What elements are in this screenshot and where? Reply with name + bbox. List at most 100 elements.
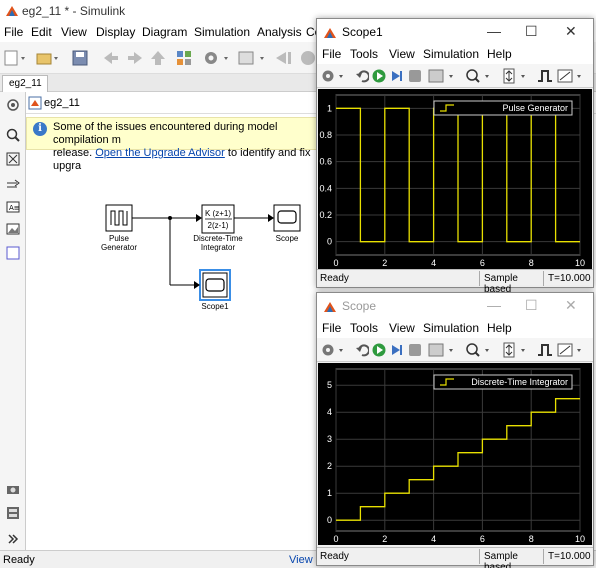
scope1-menu-file[interactable]: File [322,47,341,61]
triggers-icon[interactable] [537,68,553,84]
image-icon[interactable] [6,222,20,236]
close-icon[interactable]: ✕ [565,23,577,40]
scope-window: Scope — ☐ ✕ File Tools View Simulation H… [316,292,594,568]
minimize-icon[interactable]: — [487,23,501,39]
fit-to-view-icon[interactable] [6,152,20,166]
run-icon[interactable] [372,68,386,84]
y-tick-label: 3 [327,434,332,444]
scope1-status-bar: Ready Sample based T=10.000 [317,269,593,295]
y-tick-label: 0 [327,515,332,525]
step-forward-icon[interactable] [390,342,404,358]
expand-chevron-icon[interactable] [6,532,20,546]
area-icon[interactable] [6,246,20,260]
scope1-menu-tools[interactable]: Tools [350,47,378,61]
zoom-icon[interactable] [6,128,20,142]
arrow-to-integrator [196,214,202,222]
scope-menu-file[interactable]: File [322,321,341,335]
autoscale-icon[interactable] [501,68,531,84]
annotation-icon[interactable]: A≡ [6,200,20,214]
step-back-icon[interactable] [274,50,296,66]
scope1-time: T=10.000 [543,271,593,286]
scope-menu-help[interactable]: Help [487,321,512,335]
menu-file[interactable]: File [4,25,23,39]
run-icon[interactable] [300,50,316,66]
highlight-block-icon[interactable] [428,68,458,84]
camera-icon[interactable] [6,482,20,496]
scope-title-bar: Scope — ☐ ✕ [317,293,593,321]
signal-arrow-icon[interactable] [6,178,20,192]
menu-analysis[interactable]: Analysis [257,25,302,39]
maximize-icon[interactable]: ☐ [525,23,538,40]
pulse-label-line1: Pulse [109,234,130,243]
triggers-icon[interactable] [537,342,553,358]
y-tick-label: 1 [327,488,332,498]
menu-simulation[interactable]: Simulation [194,25,250,39]
stop-icon[interactable] [408,68,422,84]
hide-browser-icon[interactable] [6,98,20,112]
scope1-block[interactable] [199,269,231,301]
save-icon[interactable] [72,50,88,66]
maximize-icon[interactable]: ☐ [525,297,538,314]
x-tick-label: 8 [529,534,534,544]
x-tick-label: 6 [480,258,485,268]
scope1-menu-simulation[interactable]: Simulation [423,47,479,61]
scope-plot-area[interactable]: 0 2 4 6 8 10 0 1 2 3 4 5 Discrete-Time Integrator [318,363,592,545]
x-tick-label: 6 [480,534,485,544]
step-forward-icon[interactable] [390,68,404,84]
menu-edit[interactable]: Edit [31,25,52,39]
pulse-generator-block[interactable] [105,204,133,232]
model-explorer-icon[interactable] [238,50,268,66]
x-tick-label: 2 [382,534,387,544]
minimize-icon[interactable]: — [487,297,501,313]
restore-icon[interactable] [355,68,369,84]
autoscale-icon[interactable] [501,342,531,358]
run-icon[interactable] [372,342,386,358]
legend: Pulse Generator [433,100,573,116]
window-title: eg2_11 * - Simulink [22,4,126,18]
zoom-in-icon[interactable] [465,342,495,358]
scope1-status: Ready [320,273,349,284]
scope-block[interactable] [273,204,301,232]
highlight-block-icon[interactable] [428,342,458,358]
scope-settings-icon[interactable] [321,68,347,84]
integrator-label-line1: Discrete-Time [193,234,243,243]
scope-menu-tools[interactable]: Tools [350,321,378,335]
x-tick-label: 2 [382,258,387,268]
scope-menu-view[interactable]: View [389,321,415,335]
scope1-menu-help[interactable]: Help [487,47,512,61]
scope-menu-simulation[interactable]: Simulation [423,321,479,335]
menu-view[interactable]: View [61,25,87,39]
scope-settings-icon[interactable] [321,342,347,358]
back-icon[interactable] [102,50,120,66]
breadcrumb[interactable]: eg2_11 [44,97,80,109]
x-tick-label: 10 [575,258,585,268]
matlab-icon [324,302,336,312]
model-data-icon[interactable] [6,506,20,520]
menu-diagram[interactable]: Diagram [142,25,187,39]
close-icon[interactable]: ✕ [565,297,577,314]
up-icon[interactable] [150,50,166,66]
menu-display[interactable]: Display [96,25,135,39]
upgrade-info-banner: i Some of the issues encountered during … [26,117,326,172]
cursor-measurements-icon[interactable] [557,342,587,358]
branch-point [168,216,172,220]
info-icon: i [33,122,47,136]
upgrade-advisor-link[interactable]: Open the Upgrade Advisor [95,147,225,159]
scope1-menu-view[interactable]: View [389,47,415,61]
scope1-plot-area[interactable]: 0 2 4 6 8 10 0 0.2 0.4 0.6 0.8 1 Pulse Generator [318,89,592,269]
y-tick-label: 4 [327,407,332,417]
zoom-in-icon[interactable] [465,68,495,84]
forward-icon[interactable] [126,50,144,66]
stop-icon[interactable] [408,342,422,358]
x-tick-label: 8 [529,258,534,268]
restore-icon[interactable] [355,342,369,358]
library-browser-icon[interactable] [176,50,196,66]
tab-eg2-11[interactable]: eg2_11 [2,75,48,92]
open-icon[interactable] [36,50,60,66]
cursor-measurements-icon[interactable] [557,68,587,84]
new-model-icon[interactable] [4,50,28,66]
y-tick-label: 2 [327,461,332,471]
scope-sample-mode: Sample based [479,549,543,568]
scope1-toolbar [317,64,593,88]
settings-gear-icon[interactable] [202,50,232,66]
